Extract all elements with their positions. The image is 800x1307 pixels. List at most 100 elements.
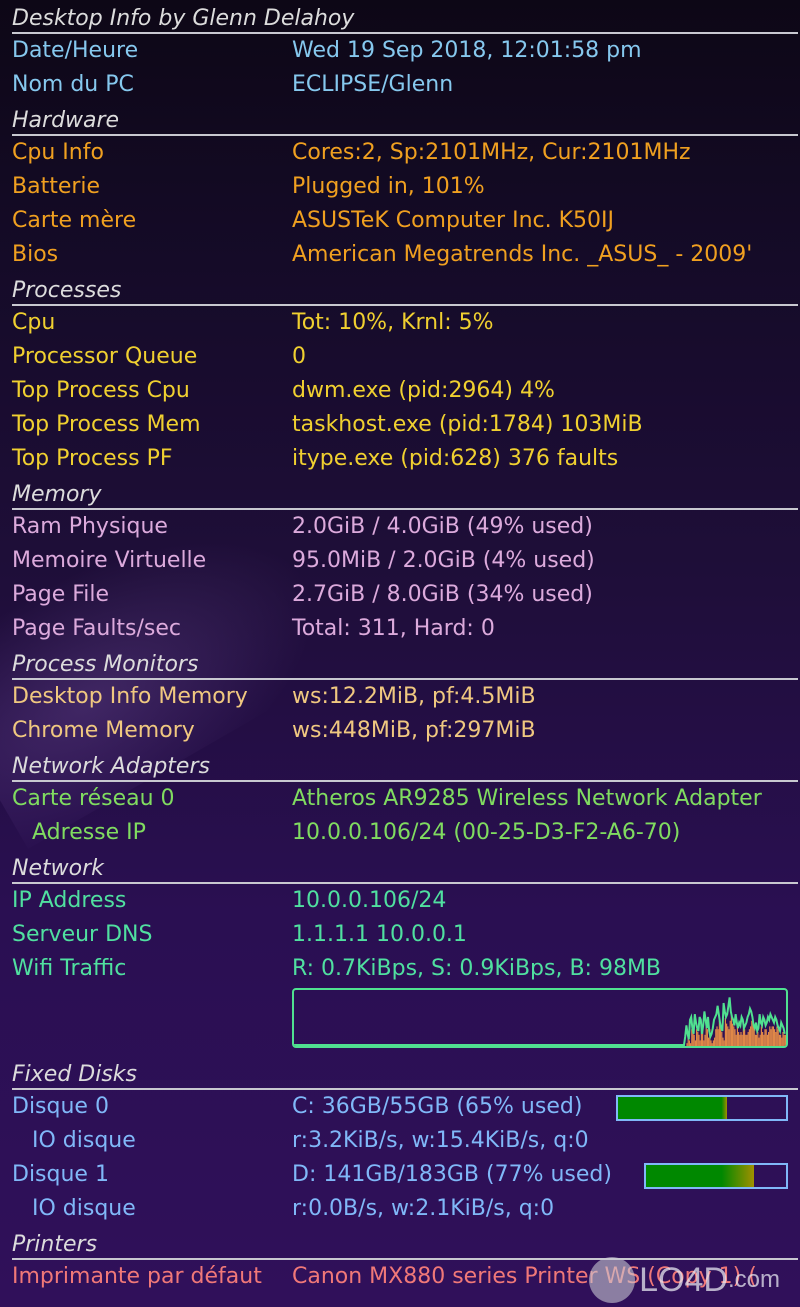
traffic-receive-bar (777, 1029, 779, 1046)
row-label: IP Address (12, 888, 127, 913)
row-label: Serveur DNS (12, 922, 153, 947)
row-label: Disque 1 (12, 1162, 109, 1187)
row-value: ECLIPSE/Glenn (292, 72, 454, 97)
traffic-receive-bar (697, 1032, 699, 1046)
disk-usage-bar-fill (618, 1097, 728, 1119)
traffic-receive-bar (732, 1023, 734, 1046)
traffic-receive-bar (750, 1026, 752, 1046)
traffic-receive-bar (714, 1037, 716, 1046)
row-value: 10.0.0.106/24 (00-25-D3-F2-A6-70) (292, 820, 681, 845)
traffic-receive-bar (690, 1043, 692, 1046)
row-value: Wed 19 Sep 2018, 12:01:58 pm (292, 38, 642, 63)
info-row: Adresse IP 10.0.0.106/24 (00-25-D3-F2-A6-… (12, 816, 800, 850)
traffic-receive-bar (717, 1029, 719, 1046)
traffic-receive-bar (760, 1026, 762, 1046)
row-label: Cpu Info (12, 140, 104, 165)
disk-usage-bar-fill (646, 1165, 754, 1187)
traffic-receive-bar (782, 1032, 784, 1046)
traffic-receive-bar (759, 1034, 761, 1046)
traffic-receive-bar (686, 1043, 688, 1046)
traffic-receive-bar (748, 1029, 750, 1046)
row-value: ws:448MiB, pf:297MiB (292, 718, 536, 743)
traffic-receive-bar (784, 1034, 786, 1046)
traffic-receive-bar (772, 1026, 774, 1046)
traffic-receive-bar (780, 1034, 782, 1046)
row-value: 95.0MiB / 2.0GiB (4% used) (292, 548, 595, 573)
traffic-receive-bar (776, 1026, 778, 1046)
traffic-graph-svg (294, 997, 786, 1046)
traffic-receive-bar (739, 1034, 741, 1046)
traffic-receive-bar (754, 1034, 756, 1046)
row-label: Top Process Mem (12, 412, 201, 437)
panel-title: Desktop Info by Glenn Delahoy (12, 0, 798, 34)
row-value: American Megatrends Inc. _ASUS_ - 2009' (292, 242, 753, 267)
row-label: Chrome Memory (12, 718, 195, 743)
section-heading-hardware: Hardware (12, 102, 798, 136)
traffic-receive-bar (771, 1026, 773, 1046)
traffic-receive-bar (781, 1037, 783, 1046)
traffic-receive-bar (745, 1034, 747, 1046)
info-row: Memoire Virtuelle 95.0MiB / 2.0GiB (4% us… (12, 544, 800, 578)
row-value: Cores:2, Sp:2101MHz, Cur:2101MHz (292, 140, 691, 165)
watermark-suffix: .com (727, 1266, 780, 1293)
row-label: Page File (12, 582, 110, 607)
wifi-traffic-graph (292, 988, 788, 1048)
row-value: R: 0.7KiBps, S: 0.9KiBps, B: 98MB (292, 956, 662, 981)
traffic-receive-bar (715, 1029, 717, 1046)
traffic-receive-bar (704, 1034, 706, 1046)
wifi-traffic-graph-row (12, 986, 800, 1056)
traffic-receive-bar (766, 1034, 768, 1046)
traffic-receive-bar (735, 1034, 737, 1046)
row-value: C: 36GB/55GB (65% used) (292, 1094, 583, 1119)
row-label: IO disque (32, 1128, 136, 1153)
info-row: Bios American Megatrends Inc. _ASUS_ - 20… (12, 238, 800, 272)
row-value: itype.exe (pid:628) 376 faults (292, 446, 619, 471)
row-value: Total: 311, Hard: 0 (292, 616, 495, 641)
traffic-receive-bar (693, 1034, 695, 1046)
traffic-send-line (294, 997, 786, 1046)
traffic-receive-bar (734, 1029, 736, 1046)
watermark-brand: LO4D (639, 1260, 728, 1299)
traffic-receive-bar (716, 1026, 718, 1046)
traffic-receive-bar (775, 1032, 777, 1046)
row-label: Nom du PC (12, 72, 134, 97)
traffic-receive-bar (778, 1034, 780, 1046)
info-row: Processor Queue 0 (12, 340, 800, 374)
traffic-receive-bar (706, 1029, 708, 1046)
info-row: Page Faults/sec Total: 311, Hard: 0 (12, 612, 800, 646)
info-row: Cpu Info Cores:2, Sp:2101MHz, Cur:2101MHz (12, 136, 800, 170)
row-label: Memoire Virtuelle (12, 548, 207, 573)
traffic-receive-bar (694, 1040, 696, 1046)
traffic-receive-bar (712, 1040, 714, 1046)
traffic-receive-bar (721, 1032, 723, 1046)
row-value: taskhost.exe (pid:1784) 103MiB (292, 412, 643, 437)
traffic-receive-bar (723, 1040, 725, 1046)
traffic-receive-bar (751, 1020, 753, 1046)
traffic-receive-bar (703, 1040, 705, 1046)
traffic-receive-bar (740, 1032, 742, 1046)
info-row: Batterie Plugged in, 101% (12, 170, 800, 204)
traffic-receive-bar (724, 1018, 726, 1046)
info-row: Top Process Cpu dwm.exe (pid:2964) 4% (12, 374, 800, 408)
row-value: ASUSTeK Computer Inc. K50IJ (292, 208, 615, 233)
disk-row: Disque 1 D: 141GB/183GB (77% used) (12, 1158, 800, 1192)
traffic-receive-bar (769, 1026, 771, 1046)
traffic-receive-bar (765, 1029, 767, 1046)
row-label: Ram Physique (12, 514, 168, 539)
row-value: r:3.2KiB/s, w:15.4KiB/s, q:0 (292, 1128, 589, 1153)
row-value: 2.0GiB / 4.0GiB (49% used) (292, 514, 593, 539)
traffic-receive-bar (699, 1040, 701, 1046)
traffic-receive-bar (783, 1034, 785, 1046)
traffic-receive-bar (728, 1029, 730, 1046)
traffic-receive-bar (770, 1029, 772, 1046)
traffic-receive-bar (730, 1015, 732, 1046)
info-row: Wifi Traffic R: 0.7KiBps, S: 0.9KiBps, B:… (12, 952, 800, 986)
traffic-receive-bar (756, 1034, 758, 1046)
traffic-receive-bar (733, 1026, 735, 1046)
section-heading-network: Network (12, 850, 798, 884)
section-heading-fixed-disks: Fixed Disks (12, 1056, 798, 1090)
traffic-receive-bar (729, 1020, 731, 1046)
row-value: Tot: 10%, Krnl: 5% (292, 310, 494, 335)
section-heading-printers: Printers (12, 1226, 798, 1260)
lo4d-logo-icon (589, 1257, 636, 1303)
